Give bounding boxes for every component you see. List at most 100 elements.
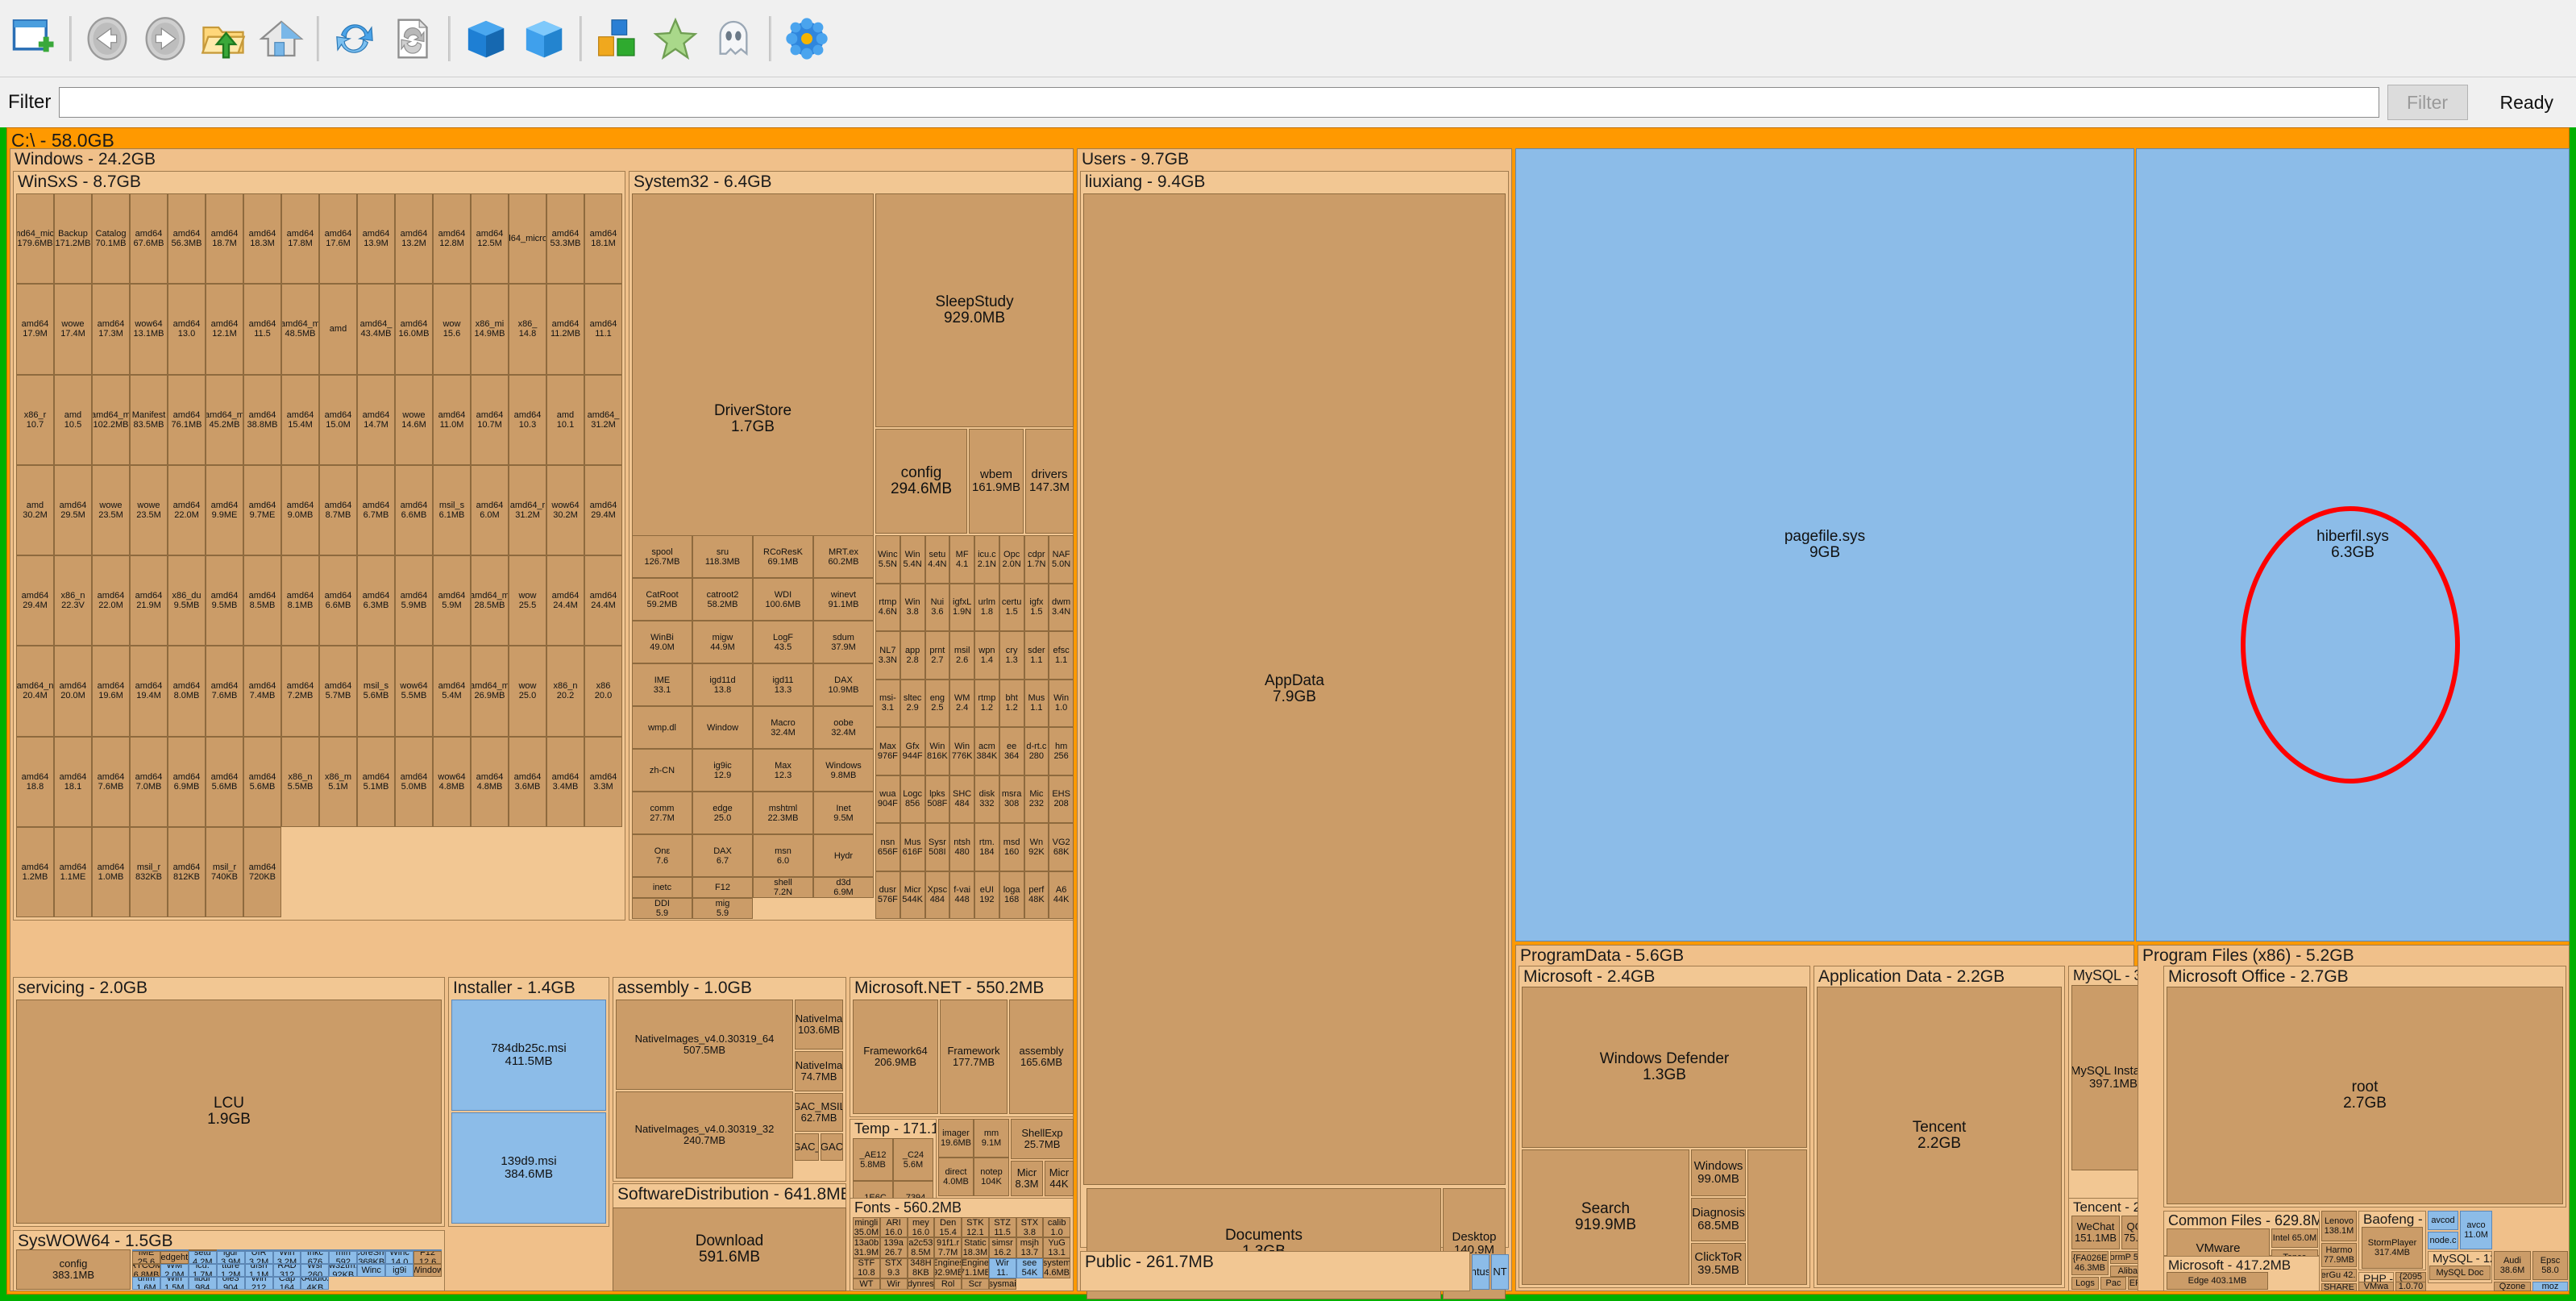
treemap-cell[interactable]: amd6411.5 bbox=[243, 284, 281, 374]
treemap-cell[interactable]: F1212.6 bbox=[413, 1251, 442, 1264]
treemap-cell[interactable]: EHS208 bbox=[1049, 775, 1074, 824]
treemap-cell[interactable]: amd6417.8M bbox=[281, 193, 319, 284]
treemap-cell[interactable]: SHC484 bbox=[949, 775, 974, 824]
treemap-cell[interactable]: catroot258.2MB bbox=[692, 578, 753, 621]
treemap-cell[interactable]: prnt2.7 bbox=[925, 631, 950, 680]
treemap-cell[interactable]: NL73.3N bbox=[875, 631, 900, 680]
treemap-cell[interactable]: amd641.2MB bbox=[16, 827, 54, 917]
refresh-page-icon[interactable] bbox=[384, 10, 442, 68]
treemap-cell[interactable]: amd6418.1 bbox=[54, 737, 92, 827]
treemap-leaf-avco[interactable]: avco11.0M bbox=[2460, 1211, 2492, 1249]
treemap-cell[interactable]: urlm1.8 bbox=[974, 584, 999, 632]
treemap-cell[interactable]: wowe14.6M bbox=[395, 375, 433, 465]
treemap-cell[interactable]: amd644.8MB bbox=[471, 737, 509, 827]
treemap-cell[interactable]: ntsh480 bbox=[949, 823, 974, 871]
treemap-cell[interactable]: mey16.0 bbox=[908, 1217, 935, 1237]
treemap-cell[interactable]: amd64720KB bbox=[243, 827, 281, 917]
treemap-leaf-shellexp[interactable]: ShellExp25.7MB bbox=[1011, 1119, 1074, 1159]
treemap-leaf-tencent-pd[interactable]: Tencent2.2GB bbox=[1817, 987, 2062, 1285]
treemap-cell[interactable]: Cap164 bbox=[273, 1277, 301, 1290]
treemap-cell[interactable]: WinBi49.0M bbox=[632, 621, 692, 663]
treemap-leaf-wbem[interactable]: wbem161.9MB bbox=[969, 429, 1024, 534]
treemap-cell[interactable]: amd6422.0M bbox=[168, 465, 206, 555]
treemap-cell[interactable]: x86_n20.2 bbox=[546, 646, 584, 736]
treemap-cell[interactable]: STX3.8 bbox=[1016, 1217, 1044, 1237]
treemap-leaf-139d9-msi[interactable]: 139d9.msi384.6MB bbox=[451, 1112, 606, 1224]
treemap-cell[interactable]: amd64_r31.2M bbox=[509, 465, 546, 555]
winsxs-grid[interactable]: amd64_micro179.6MBBackup171.2MBCatalog70… bbox=[16, 193, 622, 917]
treemap-cell[interactable]: F12 bbox=[692, 877, 753, 898]
treemap-cell[interactable]: wow15.6 bbox=[433, 284, 471, 374]
treemap-cell[interactable]: amd6418.8 bbox=[16, 737, 54, 827]
treemap-cell[interactable]: Engines92.9MB bbox=[934, 1258, 962, 1278]
treemap-cell[interactable]: DAX10.9MB bbox=[813, 663, 874, 706]
treemap-cell[interactable]: cdpr1.7N bbox=[1024, 535, 1049, 584]
treemap-cell[interactable]: ee364 bbox=[999, 727, 1024, 775]
treemap-cell[interactable]: mig5.9 bbox=[692, 898, 753, 919]
treemap-cell[interactable]: amd6411.2MB bbox=[546, 284, 584, 374]
treemap-cell[interactable]: calib1.0 bbox=[1043, 1217, 1070, 1237]
treemap-cell[interactable]: eUI192 bbox=[974, 871, 999, 920]
treemap-cell[interactable]: Wn92K bbox=[1024, 823, 1049, 871]
treemap-cell[interactable]: Win776K bbox=[949, 727, 974, 775]
treemap-cell[interactable]: sltec2.9 bbox=[900, 680, 925, 728]
treemap-cell[interactable]: amd641.0MB bbox=[92, 827, 130, 917]
treemap-cell[interactable]: _C245.6M bbox=[893, 1138, 933, 1181]
treemap-leaf-nt[interactable]: NT bbox=[1491, 1254, 1509, 1290]
treemap-leaf-gac-1[interactable]: GAC_ bbox=[795, 1133, 819, 1161]
treemap-cell[interactable]: dusr576F bbox=[875, 871, 900, 920]
treemap-cell[interactable]: amd6412.5M bbox=[471, 193, 509, 284]
treemap-cell[interactable]: LogF43.5 bbox=[753, 621, 813, 663]
treemap-cell[interactable]: amd645.9M bbox=[433, 555, 471, 646]
treemap-leaf-usergu[interactable]: UserGu 42.8M bbox=[2321, 1269, 2357, 1282]
treemap-cell[interactable]: amd6411.0M bbox=[433, 375, 471, 465]
treemap-cell[interactable]: cry1.3 bbox=[999, 631, 1024, 680]
treemap-cell[interactable]: setu4.2M bbox=[189, 1251, 217, 1264]
treemap-cell[interactable]: d3d6.9M bbox=[813, 877, 874, 898]
treemap-leaf-gac-2[interactable]: GAC bbox=[821, 1133, 843, 1161]
treemap-leaf-qzone[interactable]: Qzone bbox=[2494, 1282, 2531, 1291]
treemap-cell[interactable]: ig9i bbox=[385, 1264, 413, 1277]
treemap-cell[interactable]: amd6418.7M bbox=[206, 193, 243, 284]
treemap-cell[interactable]: msn6.0 bbox=[753, 834, 813, 877]
treemap-cell[interactable]: certu1.5 bbox=[999, 584, 1024, 632]
treemap-cell[interactable]: Catalog70.1MB bbox=[92, 193, 130, 284]
treemap-leaf-windows-defender[interactable]: Windows Defender1.3GB bbox=[1522, 987, 1807, 1148]
treemap-cell[interactable]: Hydr bbox=[813, 834, 874, 877]
treemap-leaf-assembly-net[interactable]: assembly165.6MB bbox=[1009, 1000, 1074, 1114]
treemap-cell[interactable]: x86_n22.3V bbox=[54, 555, 92, 646]
treemap-cell[interactable]: amd646.0M bbox=[471, 465, 509, 555]
treemap-cell[interactable]: msd160 bbox=[999, 823, 1024, 871]
treemap-cell[interactable]: Scr bbox=[962, 1278, 989, 1290]
treemap-cell[interactable]: amd643.4MB bbox=[546, 737, 584, 827]
treemap-cell[interactable]: WM2.4 bbox=[949, 680, 974, 728]
treemap-cell[interactable]: 91f1.r7.7M bbox=[934, 1237, 962, 1257]
treemap-cell[interactable]: 13a0b31.9M bbox=[853, 1237, 880, 1257]
treemap-leaf-node-js[interactable]: node.c bbox=[2428, 1232, 2458, 1249]
treemap-cell[interactable]: amd648.1MB bbox=[281, 555, 319, 646]
treemap-cell[interactable]: amd6412.8M bbox=[433, 193, 471, 284]
treemap-leaf-micr-2[interactable]: Micr44K bbox=[1045, 1161, 1074, 1196]
treemap-cell[interactable]: igdr3.9M bbox=[217, 1251, 245, 1264]
treemap-cell[interactable]: Rol bbox=[934, 1278, 962, 1290]
treemap-leaf-ntus[interactable]: ntus bbox=[1472, 1254, 1490, 1290]
treemap-cell[interactable]: amd64_m45.2MB bbox=[206, 375, 243, 465]
treemap-cell[interactable]: amd64_31.2M bbox=[584, 375, 622, 465]
open-folder-icon[interactable] bbox=[194, 10, 252, 68]
treemap-cell[interactable]: DDI5.9 bbox=[632, 898, 692, 919]
treemap-cell[interactable]: STZ11.5 bbox=[989, 1217, 1016, 1237]
refresh-icon[interactable] bbox=[326, 10, 384, 68]
treemap-cell[interactable]: Win1.5M bbox=[160, 1277, 189, 1290]
treemap-cell[interactable]: igfx1.5 bbox=[1024, 584, 1049, 632]
treemap-cell[interactable]: icu.c2.1N bbox=[974, 535, 999, 584]
treemap-cell[interactable]: Backup171.2MB bbox=[54, 193, 92, 284]
cube-icon[interactable] bbox=[457, 10, 515, 68]
treemap-cell[interactable]: amd6415.0M bbox=[319, 375, 357, 465]
treemap-leaf-fa026e[interactable]: {FA026E46.3MB bbox=[2071, 1251, 2109, 1275]
treemap-leaf-lcu[interactable]: LCU1.9GB bbox=[16, 1000, 442, 1224]
treemap-cell[interactable]: Wsr260 bbox=[301, 1264, 329, 1277]
treemap-cell[interactable]: msil_r832KB bbox=[130, 827, 168, 917]
treemap-cell[interactable]: wow6430.2M bbox=[546, 465, 584, 555]
treemap-cell[interactable]: RAD312 bbox=[273, 1264, 301, 1277]
treemap-cell[interactable]: amd645.9MB bbox=[395, 555, 433, 646]
